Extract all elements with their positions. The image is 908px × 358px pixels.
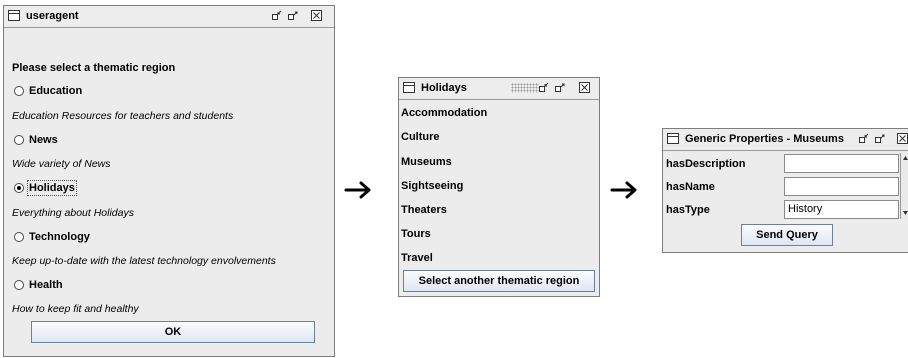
window-icon [403, 82, 415, 93]
has-name-label: hasName [666, 181, 715, 193]
radio-label: Technology [29, 231, 90, 243]
technology-description: Keep up-to-date with the latest technolo… [12, 255, 276, 267]
holidays-description: Everything about Holidays [12, 207, 134, 219]
window-title: useragent [26, 10, 79, 22]
health-description: How to keep fit and healthy [12, 303, 139, 315]
list-item-tours[interactable]: Tours [401, 228, 431, 240]
right-arrow-icon [344, 181, 371, 199]
radio-indicator[interactable] [14, 183, 24, 193]
list-item-accommodation[interactable]: Accommodation [401, 107, 487, 119]
has-name-field[interactable] [784, 177, 899, 196]
radio-health[interactable]: Health [14, 279, 63, 291]
maximize-icon[interactable] [555, 82, 566, 93]
titlebar-grip [511, 83, 539, 93]
maximize-icon[interactable] [288, 10, 299, 21]
radio-indicator[interactable] [14, 280, 24, 290]
ok-button[interactable]: OK [31, 321, 315, 343]
radio-education[interactable]: Education [14, 85, 82, 97]
education-description: Education Resources for teachers and stu… [12, 110, 234, 122]
radio-holidays[interactable]: Holidays [14, 180, 77, 196]
close-icon[interactable] [579, 82, 590, 93]
generic-properties-window: Generic Properties - Museums hasDescript… [662, 128, 908, 253]
useragent-titlebar[interactable]: useragent [4, 6, 334, 28]
useragent-window: useragent Please select a thematic regio… [3, 5, 335, 357]
select-another-region-button[interactable]: Select another thematic region [403, 270, 595, 292]
right-arrow-icon [610, 181, 637, 199]
holidays-titlebar[interactable]: Holidays [399, 78, 599, 100]
close-icon[interactable] [311, 10, 322, 21]
radio-label: Education [29, 85, 83, 97]
radio-indicator[interactable] [14, 86, 24, 96]
holidays-window: Holidays Accommodation Culture Museums S… [398, 77, 600, 297]
close-icon[interactable] [897, 133, 908, 144]
has-description-label: hasDescription [666, 158, 746, 170]
radio-indicator[interactable] [14, 232, 24, 242]
minimize-icon[interactable] [859, 133, 870, 144]
list-item-theaters[interactable]: Theaters [401, 204, 447, 216]
list-item-travel[interactable]: Travel [401, 252, 433, 264]
scroll-arrows-icon [903, 156, 908, 215]
send-query-button[interactable]: Send Query [741, 224, 833, 246]
radio-technology[interactable]: Technology [14, 231, 90, 243]
radio-indicator[interactable] [14, 135, 24, 145]
minimize-icon[interactable] [272, 10, 283, 21]
list-item-sightseeing[interactable]: Sightseeing [401, 180, 463, 192]
has-type-field[interactable]: History [784, 200, 899, 219]
minimize-icon[interactable] [539, 82, 550, 93]
has-type-label: hasType [666, 204, 710, 216]
window-icon [8, 10, 20, 21]
list-item-culture[interactable]: Culture [401, 131, 440, 143]
radio-label: Health [29, 279, 63, 291]
has-description-field[interactable] [784, 154, 899, 173]
window-icon [667, 133, 679, 144]
news-description: Wide variety of News [12, 158, 111, 170]
properties-scrollbar[interactable] [900, 153, 908, 219]
radio-label: News [29, 134, 58, 146]
list-item-museums[interactable]: Museums [401, 156, 452, 168]
properties-titlebar[interactable]: Generic Properties - Museums [663, 129, 908, 151]
radio-label: Holidays [27, 180, 77, 196]
maximize-icon[interactable] [875, 133, 886, 144]
window-title: Generic Properties - Museums [685, 133, 844, 145]
window-title: Holidays [421, 82, 467, 94]
region-prompt: Please select a thematic region [12, 62, 176, 74]
radio-news[interactable]: News [14, 134, 58, 146]
